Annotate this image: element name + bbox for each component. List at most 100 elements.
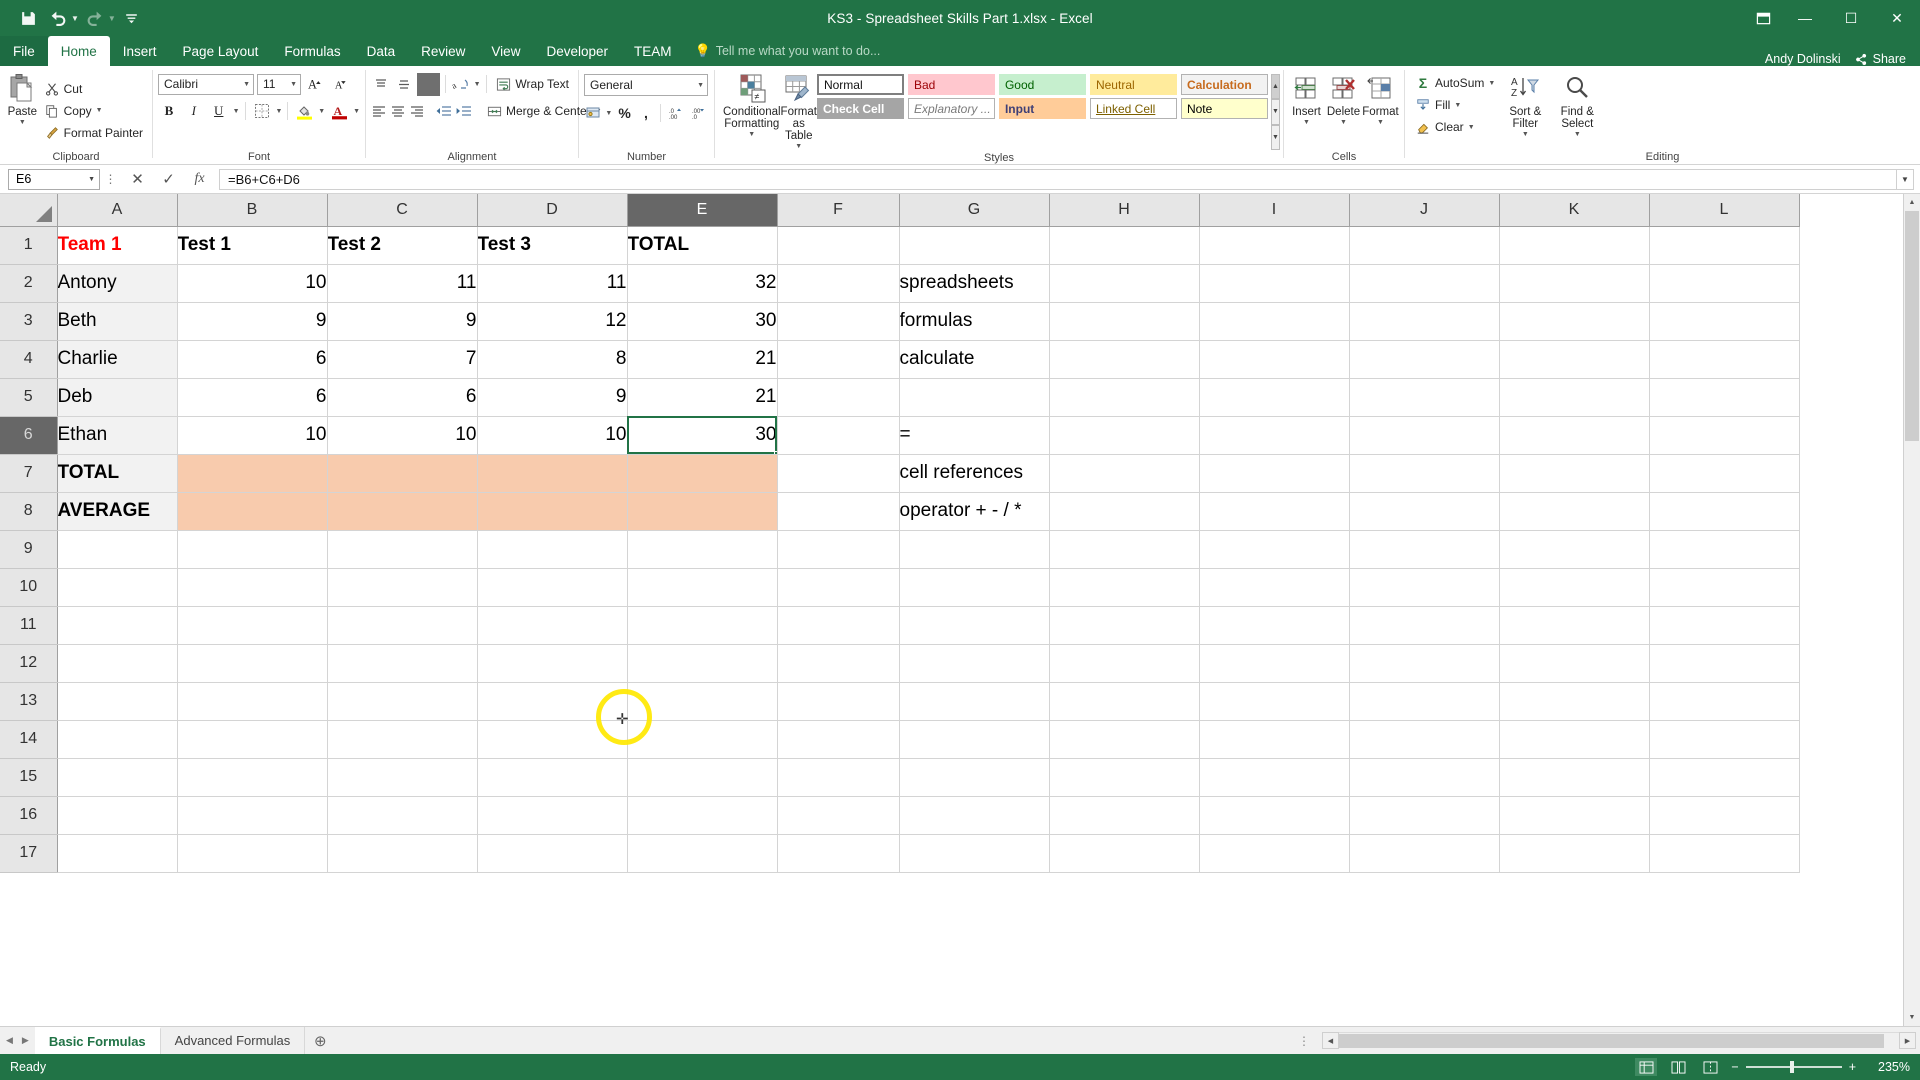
- font-size-dropdown-icon[interactable]: ▼: [284, 81, 297, 88]
- cell-C14[interactable]: [327, 720, 478, 759]
- font-color-button[interactable]: A: [328, 100, 350, 122]
- orientation-button[interactable]: a: [451, 73, 471, 95]
- redo-icon[interactable]: [81, 5, 109, 31]
- cell-J16[interactable]: [1349, 796, 1500, 835]
- cell-I10[interactable]: [1199, 568, 1350, 607]
- cell-E8[interactable]: [627, 492, 778, 531]
- row-header-16[interactable]: 16: [0, 796, 58, 835]
- cell-I15[interactable]: [1199, 758, 1350, 797]
- ribbon-tab-formulas[interactable]: Formulas: [271, 36, 353, 66]
- cell-A15[interactable]: [57, 758, 178, 797]
- cell-I12[interactable]: [1199, 644, 1350, 683]
- cell-F15[interactable]: [777, 758, 900, 797]
- bold-button[interactable]: B: [158, 100, 180, 122]
- cell-style-good[interactable]: Good: [998, 74, 1086, 95]
- cell-I3[interactable]: [1199, 302, 1350, 341]
- row-header-2[interactable]: 2: [0, 264, 58, 303]
- cell-B12[interactable]: [177, 644, 328, 683]
- decrease-decimal-button[interactable]: .00.0: [689, 102, 709, 124]
- cell-F13[interactable]: [777, 682, 900, 721]
- comma-style-button[interactable]: ,: [637, 102, 655, 124]
- ribbon-tab-home[interactable]: Home: [47, 36, 110, 66]
- cell-D16[interactable]: [477, 796, 628, 835]
- row-header-4[interactable]: 4: [0, 340, 58, 379]
- close-button[interactable]: ✕: [1874, 0, 1920, 36]
- cell-I9[interactable]: [1199, 530, 1350, 569]
- insert-cells-dropdown-icon[interactable]: ▼: [1303, 119, 1310, 126]
- gallery-scroll-down-icon[interactable]: ▼: [1270, 99, 1280, 125]
- cell-C2[interactable]: 11: [327, 264, 478, 303]
- scroll-up-icon[interactable]: ▲: [1904, 194, 1920, 211]
- cell-C3[interactable]: 9: [327, 302, 478, 341]
- cell-K7[interactable]: [1499, 454, 1650, 493]
- cell-K5[interactable]: [1499, 378, 1650, 417]
- cell-H1[interactable]: [1049, 226, 1200, 265]
- undo-icon[interactable]: [44, 5, 72, 31]
- zoom-percentage[interactable]: 235%: [1866, 1060, 1910, 1074]
- cell-L1[interactable]: [1649, 226, 1800, 265]
- cell-K2[interactable]: [1499, 264, 1650, 303]
- cell-F12[interactable]: [777, 644, 900, 683]
- cell-F4[interactable]: [777, 340, 900, 379]
- fill-button[interactable]: Fill ▼: [1411, 94, 1499, 116]
- cell-B8[interactable]: [177, 492, 328, 531]
- column-header-i[interactable]: I: [1199, 194, 1350, 227]
- gallery-more-icon[interactable]: ▼: [1270, 124, 1280, 150]
- fill-color-button[interactable]: [293, 100, 315, 122]
- format-as-table-dropdown-icon[interactable]: ▼: [795, 143, 802, 150]
- cell-G3[interactable]: formulas: [899, 302, 1050, 341]
- cell-H2[interactable]: [1049, 264, 1200, 303]
- cell-L15[interactable]: [1649, 758, 1800, 797]
- ribbon-tab-view[interactable]: View: [478, 36, 533, 66]
- cell-J15[interactable]: [1349, 758, 1500, 797]
- cell-C1[interactable]: Test 2: [327, 226, 478, 265]
- cell-F16[interactable]: [777, 796, 900, 835]
- row-header-5[interactable]: 5: [0, 378, 58, 417]
- cell-style-bad[interactable]: Bad: [907, 74, 995, 95]
- cell-L13[interactable]: [1649, 682, 1800, 721]
- insert-function-button[interactable]: fx: [184, 167, 215, 191]
- cell-F14[interactable]: [777, 720, 900, 759]
- ribbon-tab-file[interactable]: File: [0, 36, 48, 66]
- cell-E5[interactable]: 21: [627, 378, 778, 417]
- cell-D9[interactable]: [477, 530, 628, 569]
- cell-D8[interactable]: [477, 492, 628, 531]
- cell-A8[interactable]: AVERAGE: [57, 492, 178, 531]
- cell-H8[interactable]: [1049, 492, 1200, 531]
- hscroll-right-icon[interactable]: ▶: [1899, 1032, 1916, 1049]
- cell-E1[interactable]: TOTAL: [627, 226, 778, 265]
- cell-E4[interactable]: 21: [627, 340, 778, 379]
- styles-gallery-scroll[interactable]: ▲ ▼ ▼: [1270, 74, 1280, 150]
- cell-H9[interactable]: [1049, 530, 1200, 569]
- cell-A16[interactable]: [57, 796, 178, 835]
- find-select-button[interactable]: Find & Select ▼: [1551, 69, 1603, 149]
- percent-style-button[interactable]: %: [615, 102, 633, 124]
- cell-F8[interactable]: [777, 492, 900, 531]
- cell-C8[interactable]: [327, 492, 478, 531]
- cell-E13[interactable]: [627, 682, 778, 721]
- underline-button[interactable]: U: [208, 100, 230, 122]
- ribbon-tab-developer[interactable]: Developer: [533, 36, 621, 66]
- cell-G11[interactable]: [899, 606, 1050, 645]
- redo-dropdown-icon[interactable]: ▼: [108, 14, 116, 23]
- align-center-button[interactable]: [390, 100, 406, 122]
- cell-H4[interactable]: [1049, 340, 1200, 379]
- cell-A9[interactable]: [57, 530, 178, 569]
- cell-C13[interactable]: [327, 682, 478, 721]
- cell-H7[interactable]: [1049, 454, 1200, 493]
- cell-K16[interactable]: [1499, 796, 1650, 835]
- orientation-dropdown-icon[interactable]: ▼: [474, 81, 481, 88]
- cell-D6[interactable]: 10: [477, 416, 628, 455]
- cell-style-note[interactable]: Note: [1180, 98, 1268, 119]
- cell-J4[interactable]: [1349, 340, 1500, 379]
- cell-G9[interactable]: [899, 530, 1050, 569]
- ribbon-tab-insert[interactable]: Insert: [110, 36, 170, 66]
- cell-F7[interactable]: [777, 454, 900, 493]
- cell-H3[interactable]: [1049, 302, 1200, 341]
- cell-D17[interactable]: [477, 834, 628, 873]
- accounting-format-button[interactable]: [584, 102, 602, 124]
- cell-E7[interactable]: [627, 454, 778, 493]
- cell-J7[interactable]: [1349, 454, 1500, 493]
- number-format-select[interactable]: General ▼: [584, 74, 708, 96]
- name-box-dropdown-icon[interactable]: ▼: [88, 176, 95, 183]
